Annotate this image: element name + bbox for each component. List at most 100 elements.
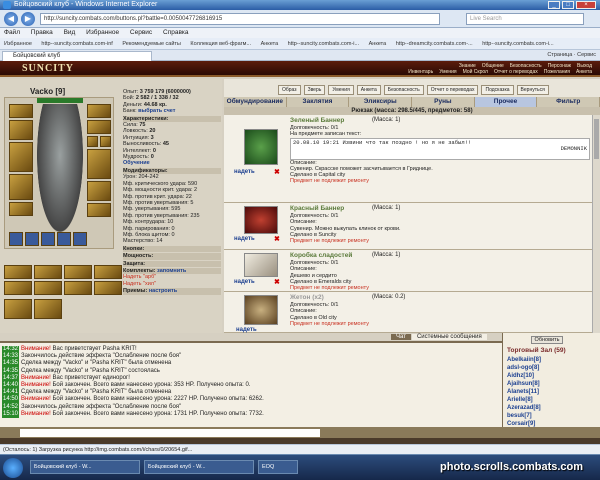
start-button[interactable] [3, 458, 23, 478]
chat-time[interactable]: 14:37 [2, 374, 20, 383]
search-input[interactable]: Live Search [466, 13, 584, 25]
chat-time[interactable]: 14:32 [2, 346, 20, 354]
tab-other[interactable]: Прочее [474, 97, 538, 107]
leggings-slot[interactable] [87, 181, 111, 201]
menu-tools[interactable]: Сервис [130, 29, 152, 36]
tab-filter[interactable]: Фильтр [537, 97, 600, 107]
favorite-link[interactable]: http--suncity.combats.com-i... [482, 41, 553, 47]
scroll-slot[interactable] [73, 232, 87, 246]
chat-time[interactable]: 14:41 [2, 389, 20, 397]
minimize-button[interactable]: _ [548, 1, 560, 9]
set-item-link[interactable]: Надеть "хил" [123, 281, 221, 287]
put-on-link[interactable]: надеть [234, 279, 255, 285]
tab-runes[interactable]: Руны [412, 97, 475, 107]
tab-chat[interactable]: Чат [391, 334, 411, 340]
tools-menu[interactable]: Сервис [577, 52, 596, 58]
return-button[interactable]: Вернуться [516, 85, 549, 95]
rune-slot[interactable] [34, 299, 62, 319]
item-name[interactable]: Жетон (x2) [290, 294, 324, 301]
rune-slot[interactable] [4, 265, 32, 279]
favorite-link[interactable]: Анкета [369, 41, 387, 47]
buttons-section[interactable]: Кнопки: [123, 245, 221, 253]
tactics-section[interactable]: Приемы: настроить [123, 288, 221, 295]
scroll-slot[interactable] [25, 232, 39, 246]
chat-time[interactable]: 14:35 [2, 367, 20, 375]
shield-slot[interactable] [87, 149, 111, 179]
maximize-button[interactable]: □ [562, 1, 574, 9]
rune-slot[interactable] [64, 265, 92, 279]
upgrade-link[interactable]: Обучение [123, 160, 221, 166]
chat-time[interactable]: 14:35 [2, 360, 20, 368]
earring-slot[interactable] [87, 104, 111, 118]
close-button[interactable]: × [576, 1, 596, 9]
game-menu-item[interactable]: Пожелания [544, 69, 570, 75]
scroll-slot[interactable] [9, 232, 23, 246]
menu-favorites[interactable]: Избранное [86, 29, 119, 36]
favorite-link[interactable]: http--suncity.combats.com-inf [41, 41, 112, 47]
hint-button[interactable]: Подсказка [481, 85, 514, 95]
security-button[interactable]: Безопасность [383, 85, 424, 95]
rune-slot[interactable] [4, 299, 32, 319]
put-on-link[interactable]: надеть [234, 169, 255, 175]
tab-equipment[interactable]: Обмундирование [224, 97, 287, 107]
user-item[interactable]: Azerazad[8] [507, 404, 541, 412]
rune-slot[interactable] [4, 281, 32, 295]
pet-button[interactable]: Зверь [303, 85, 326, 95]
game-menu-item[interactable]: Умения [439, 69, 456, 75]
refresh-button[interactable]: Обновить [531, 336, 563, 344]
delete-icon[interactable]: ✖ [274, 235, 280, 243]
favorite-link[interactable]: Анкета [261, 41, 279, 47]
url-input[interactable]: http://suncity.combats.com/buttons.pl?ba… [40, 13, 440, 25]
put-on-link[interactable]: надеть [234, 236, 255, 242]
armor-slot[interactable] [9, 174, 33, 200]
amulet-slot[interactable] [9, 120, 33, 140]
gloves-slot[interactable] [87, 120, 111, 134]
scroll-slot[interactable] [57, 232, 71, 246]
user-item[interactable]: Arielle[8] [507, 396, 541, 404]
weapon-slot[interactable] [9, 142, 33, 172]
favorite-link[interactable]: Рекомендуемые сайты [122, 41, 181, 47]
scrollbar[interactable] [592, 115, 600, 333]
menu-edit[interactable]: Правка [31, 29, 53, 36]
tab-system-messages[interactable]: Системные сообщения [411, 334, 487, 340]
chat-time[interactable]: 14:52 [2, 403, 20, 411]
user-item[interactable]: Alanets[11] [507, 388, 541, 396]
helmet-slot[interactable] [9, 104, 33, 118]
page-menu[interactable]: Страница [547, 52, 572, 58]
menu-view[interactable]: Вид [64, 29, 76, 36]
item-name[interactable]: Зеленый Баннер [290, 117, 344, 124]
power-section[interactable]: Мощность: [123, 253, 221, 260]
scroll-slot[interactable] [41, 232, 55, 246]
image-button[interactable]: Образ [278, 85, 301, 95]
game-menu-item[interactable]: Инвентарь [408, 69, 433, 75]
ring-slot[interactable] [100, 136, 111, 147]
rune-slot[interactable] [34, 281, 62, 295]
delete-icon[interactable]: ✖ [274, 168, 280, 176]
taskbar-item[interactable]: Бойцовский клуб - W... [30, 460, 140, 474]
configure-link[interactable]: настроить [149, 288, 177, 294]
tab-elixirs[interactable]: Эликсиры [349, 97, 413, 107]
skills-button[interactable]: Умения [328, 85, 354, 95]
taskbar-item[interactable]: EOQ [258, 460, 298, 474]
back-icon[interactable]: ◀ [4, 12, 18, 26]
favorite-link[interactable]: Коллекция веб-фрагм... [190, 41, 251, 47]
game-menu-item[interactable]: Анкета [576, 69, 592, 75]
scrollbar-thumb[interactable] [594, 119, 599, 159]
rune-slot[interactable] [34, 265, 62, 279]
profile-button[interactable]: Анкета [356, 85, 381, 95]
game-menu-item[interactable]: Отчет о переводах [494, 69, 538, 75]
tab-spells[interactable]: Заклятия [287, 97, 350, 107]
user-item[interactable]: adsl-ogo[8] [507, 364, 541, 372]
remember-set-link[interactable]: запомнить [157, 268, 186, 274]
rune-slot[interactable] [94, 281, 122, 295]
delete-icon[interactable]: ✖ [274, 278, 280, 286]
protection-section[interactable]: Защита: [123, 260, 221, 267]
put-on-link[interactable]: надеть [236, 327, 257, 333]
item-name[interactable]: Коробка сладостей [290, 252, 352, 259]
rune-slot[interactable] [64, 281, 92, 295]
chat-input[interactable] [20, 429, 320, 437]
chat-time[interactable]: 14:33 [2, 353, 20, 361]
belt-slot[interactable] [9, 202, 33, 216]
chat-time[interactable]: 15:10 [2, 410, 20, 419]
item-name[interactable]: Красный Баннер [290, 205, 344, 212]
